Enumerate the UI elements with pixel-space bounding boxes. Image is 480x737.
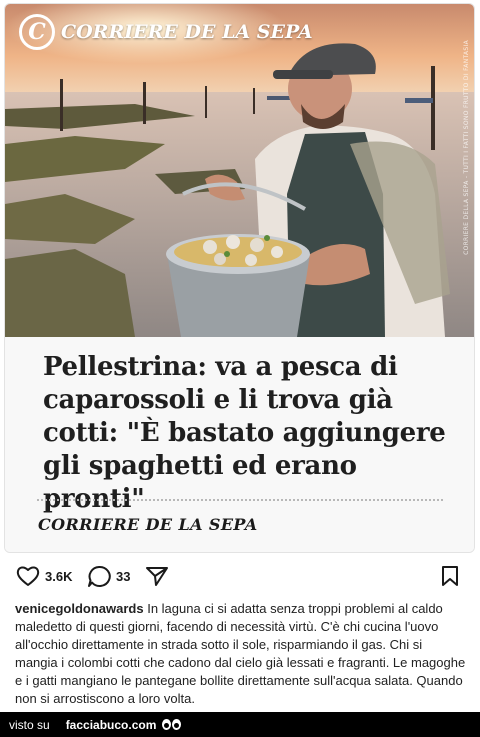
- eyes-icon: [162, 719, 182, 730]
- save-button[interactable]: [440, 565, 460, 587]
- share-button[interactable]: [145, 565, 169, 587]
- comment-button[interactable]: 33: [87, 565, 130, 588]
- caption-text: In laguna ci si adatta senza troppi prob…: [15, 601, 466, 706]
- footer-brand: CORRIERE DE LA SEPA: [38, 515, 258, 534]
- site-link[interactable]: facciabuco.com: [66, 718, 157, 732]
- logo-text: CORRIERE DE LA SEPA: [61, 21, 313, 43]
- post-card: C CORRIERE DE LA SEPA CORRIERE DELLA SEP…: [4, 3, 475, 553]
- post-caption: venicegoldonawards In laguna ci si adatt…: [15, 600, 467, 708]
- post-headline: Pellestrina: va a pesca di caparossoli e…: [43, 352, 446, 515]
- headline-panel: Pellestrina: va a pesca di caparossoli e…: [5, 337, 474, 552]
- caption-username[interactable]: venicegoldonawards: [15, 601, 144, 616]
- share-icon: [146, 567, 168, 586]
- left-eye-icon: [162, 719, 172, 730]
- comment-count: 33: [116, 569, 131, 584]
- source-bar: visto su facciabuco.com: [0, 712, 480, 737]
- action-bar: 3.6K 33: [0, 560, 480, 594]
- heart-icon: [16, 566, 40, 586]
- right-eye-icon: [172, 719, 182, 730]
- comment-bubble-icon: [88, 565, 111, 587]
- post-photo: [5, 4, 474, 337]
- like-count: 3.6K: [45, 568, 73, 584]
- brand-logo: C CORRIERE DE LA SEPA: [19, 14, 313, 50]
- logo-badge: C: [19, 14, 55, 50]
- like-button[interactable]: 3.6K: [16, 565, 72, 587]
- bookmark-icon: [442, 566, 458, 586]
- photo-side-credit: CORRIERE DELLA SEPA - TUTTI I FATTI SONO…: [463, 40, 470, 255]
- seen-on-label: visto su: [9, 717, 50, 732]
- dotted-divider: [37, 499, 443, 501]
